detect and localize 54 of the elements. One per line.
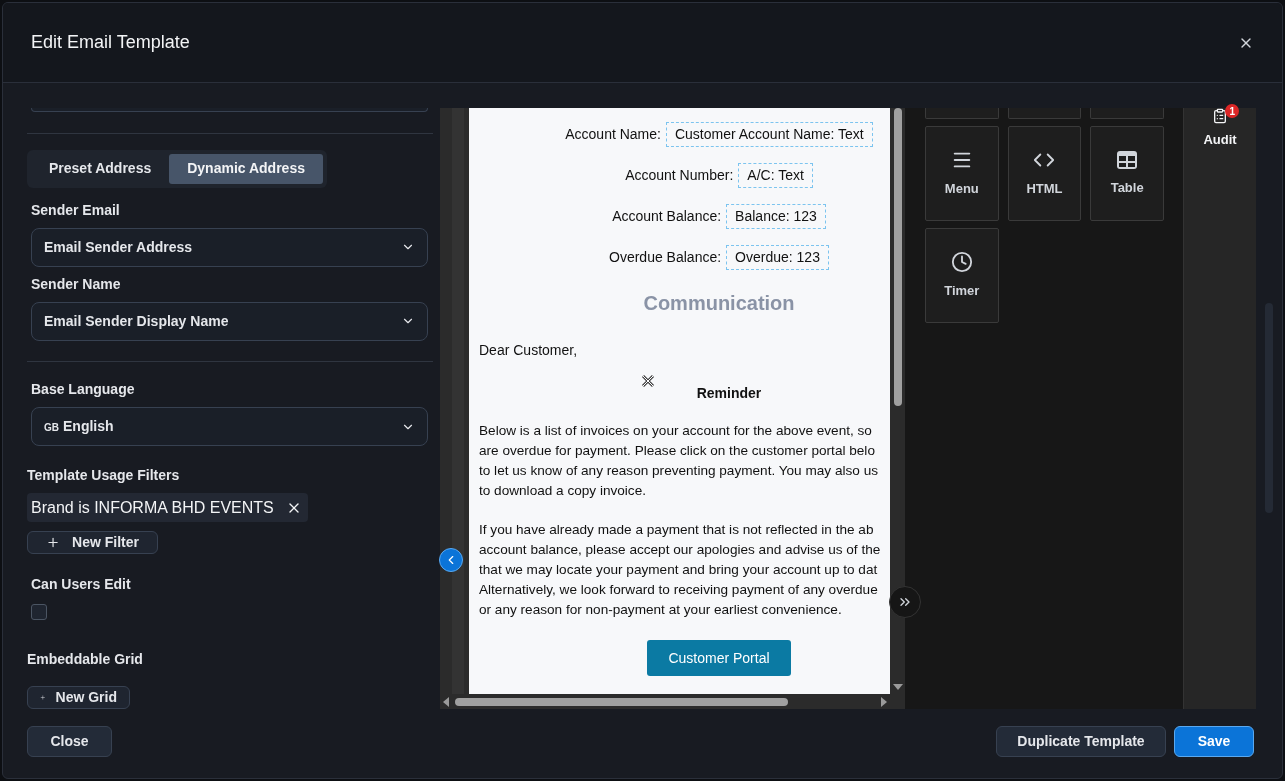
clipboard-icon	[1212, 108, 1228, 124]
paragraph-line: Below is a list of invoices on your account for the above event, so	[479, 422, 872, 440]
email-subheading: Reminder	[696, 383, 762, 403]
address-tab[interactable]: Dynamic Address	[169, 153, 323, 184]
merge-field: Customer Account Name: Text	[665, 122, 873, 147]
customer-portal-button[interactable]: Customer Portal	[647, 640, 791, 676]
merge-field: A/C: Text	[738, 163, 813, 188]
plus-icon	[46, 535, 61, 550]
paragraph-line: are overdue for payment. Please click on the customer portal belo	[479, 442, 875, 460]
block-tile[interactable]	[925, 108, 999, 119]
new-grid-button[interactable]: New Grid	[27, 686, 130, 709]
address-tab[interactable]: Preset Address	[31, 153, 170, 184]
block-tile[interactable]: Table	[1090, 126, 1164, 221]
block-tile[interactable]	[1007, 108, 1082, 119]
field-label: Embeddable Grid	[27, 650, 143, 669]
close-button[interactable]: Close	[27, 726, 112, 757]
field-label: Sender Email	[31, 200, 120, 220]
input-field[interactable]	[31, 108, 428, 112]
field-label: Overdue Balance:	[609, 248, 722, 267]
dialog-title: Edit Email Template	[31, 31, 190, 54]
checkbox[interactable]	[31, 604, 47, 620]
paragraph-line: that we may locate your payment and bring your account up to dat	[479, 561, 878, 579]
paragraph-line: to let us know of any reason preventing payment. You may also us	[479, 462, 878, 480]
field-label: Sender Name	[31, 274, 121, 294]
duplicate-template-button[interactable]: Duplicate Template	[996, 726, 1166, 757]
sender-name-select[interactable]: Email Sender Display Name	[31, 301, 428, 341]
paragraph-line: or any reason for non-payment at your earliest convenience.	[479, 601, 842, 619]
save-button[interactable]: Save	[1174, 726, 1254, 757]
block-tile[interactable]: Timer	[925, 228, 999, 323]
paragraph-line: Alternatively, we look forward to receiving payment of any overdue	[479, 581, 878, 599]
language-select[interactable]: GB English	[31, 407, 428, 446]
block-tile[interactable]: Menu	[925, 126, 999, 221]
field-label: Account Name:	[565, 125, 661, 144]
filter-chip: Brand is INFORMA BHD EVENTS	[27, 493, 308, 522]
table-icon	[1116, 149, 1139, 170]
email-heading: Communication	[643, 291, 795, 316]
sender-email-select[interactable]: Email Sender Address	[31, 227, 428, 267]
block-tile[interactable]: HTML	[1007, 126, 1082, 221]
new-filter-button[interactable]: New Filter	[27, 531, 158, 554]
field-label: Base Language	[31, 380, 135, 399]
field-label: Can Users Edit	[31, 575, 131, 594]
clock-icon	[950, 250, 973, 273]
field-label: Account Number:	[625, 166, 734, 185]
field-label: Account Balance:	[612, 207, 722, 226]
field-label: Template Usage Filters	[27, 466, 180, 485]
paragraph-line: If you have already made a payment that is not reflected in the ab	[479, 521, 874, 539]
greeting-text: Dear Customer,	[479, 341, 578, 360]
paragraph-line: account balance, please accept our apologies and advise us of the	[479, 541, 881, 559]
merge-field: Balance: 123	[726, 204, 826, 229]
count-badge: 1	[1225, 104, 1240, 118]
paragraph-line: to download a copy invoice.	[479, 482, 646, 500]
broken-image-icon	[641, 374, 655, 388]
merge-field: Overdue: 123	[726, 245, 829, 270]
block-tile[interactable]	[1090, 108, 1164, 119]
